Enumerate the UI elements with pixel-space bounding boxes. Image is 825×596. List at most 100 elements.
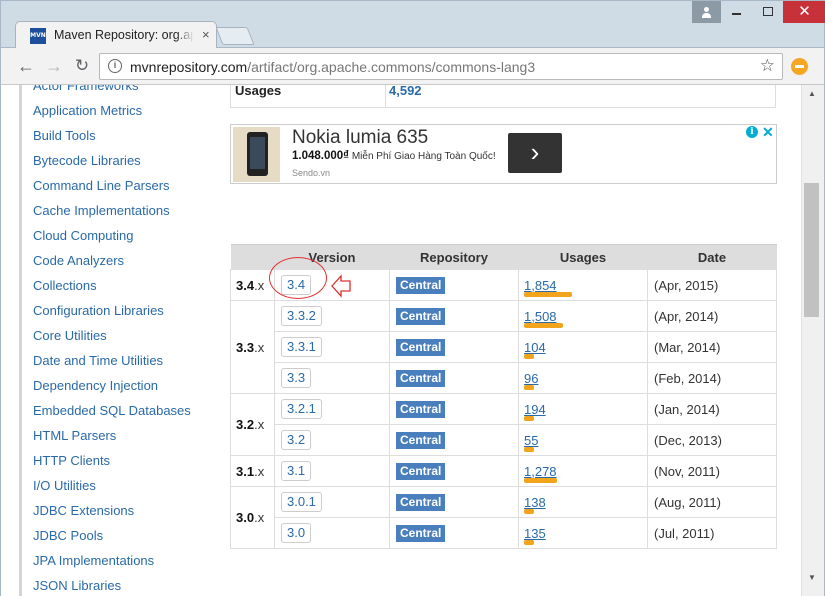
ad-close-icon[interactable]: ✕: [762, 124, 774, 141]
browser-menu-icon[interactable]: [791, 58, 808, 75]
sidebar-item[interactable]: JPA Implementations: [19, 548, 219, 573]
user-profile-button[interactable]: [692, 1, 721, 23]
url-text: mvnrepository.com/artifact/org.apache.co…: [130, 59, 535, 75]
version-group-suffix: .x: [254, 277, 265, 293]
table-row: 3.2 Central 55 (Dec, 2013): [231, 424, 777, 456]
scrollbar-thumb[interactable]: [804, 183, 819, 317]
sidebar-item[interactable]: JDBC Extensions: [19, 498, 219, 523]
usages-link[interactable]: 96: [524, 371, 538, 386]
browser-toolbar: ← → ↻ i mvnrepository.com/artifact/org.a…: [0, 48, 825, 85]
page-content: Actor Frameworks Application Metrics Build…: [0, 85, 801, 596]
version-cell: 3.3.2: [274, 300, 390, 332]
browser-titlebar: MVN Maven Repository: org.apache.commons…: [0, 0, 825, 49]
back-arrow-icon[interactable]: ←: [15, 55, 37, 77]
version-link[interactable]: 3.3: [281, 368, 312, 388]
browser-tab[interactable]: MVN Maven Repository: org.apache.commons…: [15, 21, 217, 49]
usage-bar: [524, 354, 534, 359]
ad-price-value: 1.048.000₫: [292, 150, 350, 162]
forward-arrow-icon[interactable]: →: [43, 55, 65, 77]
table-row: 3.0 Central 135 (Jul, 2011): [231, 517, 777, 549]
version-group-cell: 3.0.x: [230, 486, 275, 549]
sidebar-item[interactable]: Dependency Injection: [19, 373, 219, 398]
version-link[interactable]: 3.3.2: [281, 306, 322, 326]
tab-title: Maven Repository: org.apache.commons: [54, 28, 194, 44]
usages-link[interactable]: 135: [524, 526, 546, 541]
maximize-button[interactable]: [753, 1, 783, 23]
sidebar-item[interactable]: Configuration Libraries: [19, 298, 219, 323]
sidebar-item[interactable]: Collections: [19, 273, 219, 298]
repository-badge[interactable]: Central: [396, 276, 446, 294]
usages-link[interactable]: 1,854: [524, 278, 557, 293]
repository-badge[interactable]: Central: [396, 431, 446, 449]
version-link[interactable]: 3.3.1: [281, 337, 322, 357]
bookmark-star-icon[interactable]: ☆: [760, 56, 775, 76]
ad-price-note: Miễn Phí Giao Hàng Toàn Quốc!: [349, 151, 496, 162]
sidebar-item[interactable]: Cloud Computing: [19, 223, 219, 248]
page-info-icon[interactable]: i: [108, 59, 122, 73]
version-link[interactable]: 3.2: [281, 430, 312, 450]
repository-cell: Central: [389, 517, 519, 549]
tab-close-icon[interactable]: ×: [202, 26, 210, 44]
sidebar-item[interactable]: HTML Parsers: [19, 423, 219, 448]
sidebar-item[interactable]: Core Utilities: [19, 323, 219, 348]
usages-cell: 1,854: [518, 269, 648, 301]
sidebar-item[interactable]: JDBC Pools: [19, 523, 219, 548]
sidebar-item[interactable]: Actor Frameworks: [19, 85, 219, 98]
sidebar-item[interactable]: Cache Implementations: [19, 198, 219, 223]
version-group-label: 3.0: [236, 510, 255, 525]
sidebar-item[interactable]: Application Metrics: [19, 98, 219, 123]
sidebar-item[interactable]: Build Tools: [19, 123, 219, 148]
new-tab-button[interactable]: [215, 27, 255, 45]
version-group-suffix: .x: [254, 510, 265, 525]
scroll-up-arrow-icon[interactable]: ▲: [808, 89, 816, 98]
usages-link[interactable]: 1,508: [524, 309, 557, 324]
usages-cell: 138: [518, 486, 648, 518]
advertisement[interactable]: Nokia lumia 635 1.048.000₫ Miễn Phí Giao…: [230, 124, 777, 184]
vertical-scrollbar[interactable]: ▲ ▼: [801, 85, 825, 596]
usages-link[interactable]: 138: [524, 495, 546, 510]
sidebar-item[interactable]: I/O Utilities: [19, 473, 219, 498]
sidebar-item[interactable]: HTTP Clients: [19, 448, 219, 473]
usages-link[interactable]: 55: [524, 433, 538, 448]
user-icon: [702, 7, 711, 18]
ad-title[interactable]: Nokia lumia 635: [292, 127, 428, 149]
usages-cell: 1,508: [518, 300, 648, 332]
sidebar-item[interactable]: Date and Time Utilities: [19, 348, 219, 373]
sidebar-item[interactable]: Bytecode Libraries: [19, 148, 219, 173]
usages-link[interactable]: 194: [524, 402, 546, 417]
reload-icon[interactable]: ↻: [71, 55, 93, 77]
sidebar-item[interactable]: Code Analyzers: [19, 248, 219, 273]
date-cell: (Dec, 2013): [647, 424, 777, 456]
table-row: 3.0.x 3.0.1 Central 138 (Aug, 2011): [230, 486, 777, 549]
sidebar-item[interactable]: Embedded SQL Databases: [19, 398, 219, 423]
repository-badge[interactable]: Central: [396, 462, 446, 480]
ad-image[interactable]: [233, 127, 280, 182]
sidebar-item[interactable]: Command Line Parsers: [19, 173, 219, 198]
ad-info-icon[interactable]: i: [746, 126, 758, 138]
repository-badge[interactable]: Central: [396, 400, 446, 418]
repository-badge[interactable]: Central: [396, 338, 446, 356]
artifact-summary-usages: Usages 4,592: [230, 85, 776, 108]
annotation-arrow-icon: [331, 274, 351, 298]
version-link[interactable]: 3.0.1: [281, 492, 322, 512]
scroll-down-arrow-icon[interactable]: ▼: [808, 573, 816, 582]
repository-badge[interactable]: Central: [396, 524, 446, 542]
usages-link[interactable]: 1,278: [524, 464, 557, 479]
ad-open-button[interactable]: ›: [508, 133, 562, 173]
address-bar[interactable]: i mvnrepository.com/artifact/org.apache.…: [99, 53, 783, 80]
usages-link[interactable]: 104: [524, 340, 546, 355]
sidebar-item[interactable]: JSON Libraries: [19, 573, 219, 596]
repository-badge[interactable]: Central: [396, 369, 446, 387]
usages-value[interactable]: 4,592: [389, 85, 422, 98]
repository-badge[interactable]: Central: [396, 493, 446, 511]
repository-badge[interactable]: Central: [396, 307, 446, 325]
repository-cell: Central: [389, 424, 519, 456]
minimize-button[interactable]: [721, 1, 753, 23]
version-link[interactable]: 3.2.1: [281, 399, 322, 419]
window-close-button[interactable]: ✕: [783, 1, 825, 23]
version-link[interactable]: 3.0: [281, 523, 312, 543]
version-link[interactable]: 3.1: [281, 461, 312, 481]
table-row: 3.3 Central 96 (Feb, 2014): [231, 362, 777, 394]
version-cell: 3.3: [274, 362, 390, 394]
usage-bar: [524, 416, 534, 421]
